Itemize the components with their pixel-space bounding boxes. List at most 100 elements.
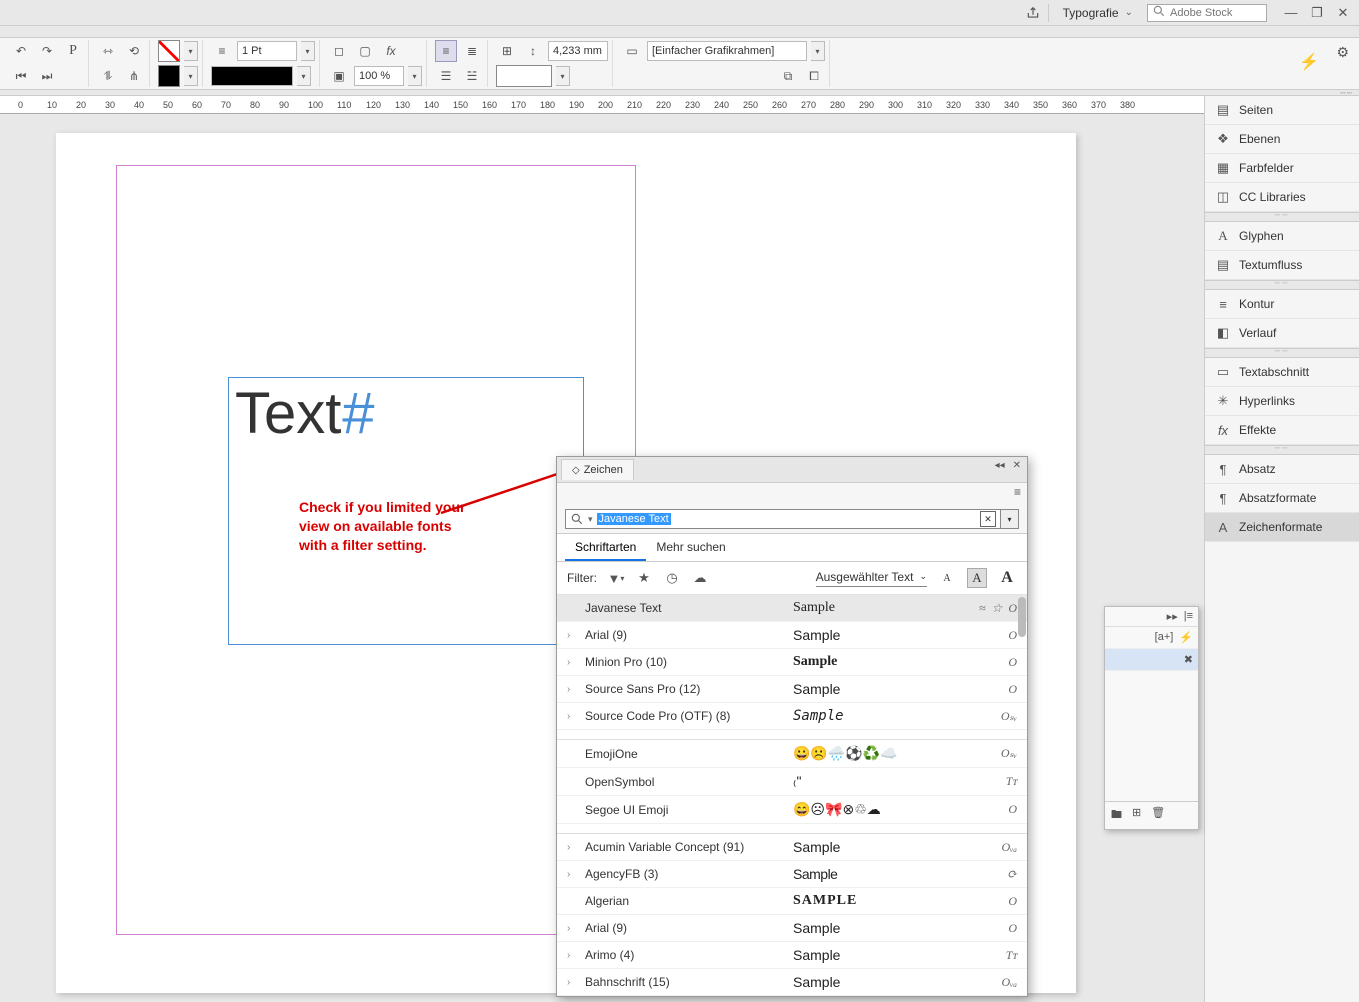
font-row[interactable]: ›Source Sans Pro (12)SampleO [557,676,1027,703]
expand-arrows-icon[interactable]: ▸▸ [1167,610,1178,623]
panel-seiten[interactable]: ▤Seiten [1205,96,1359,125]
tab-mehr-suchen[interactable]: Mehr suchen [646,534,735,561]
font-row[interactable]: ›Minion Pro (10)SampleO [557,649,1027,676]
font-row[interactable]: ›Arial (9)SampleO [557,622,1027,649]
share-icon[interactable] [1024,4,1042,22]
bolt-icon[interactable]: ⚡ [1299,52,1319,72]
flip-h-icon[interactable]: ⇿ [97,40,119,62]
stroke-style-dropdown[interactable]: ▾ [297,66,311,86]
filter-funnel-icon[interactable]: ▼▾ [607,569,625,587]
panel-titlebar[interactable]: ◇ Zeichen ◂◂ ✕ [557,457,1027,483]
fill-dropdown[interactable]: ▾ [184,41,198,61]
font-row[interactable]: ›Arial (9)SampleO [557,915,1027,942]
stroke-weight-field[interactable]: 1 Pt [237,41,297,61]
align-left-icon[interactable]: ≡ [435,40,457,62]
stroke-swatch[interactable] [158,65,180,87]
settings-gear-icon[interactable]: ⚙ [1336,44,1349,61]
filter-recent-icon[interactable]: ◷ [663,569,681,587]
sample-size-medium[interactable]: A [967,568,987,588]
expand-chevron-icon[interactable]: › [567,977,577,988]
filter-cloud-icon[interactable]: ☁ [691,569,709,587]
stroke-weight-dropdown[interactable]: ▾ [301,41,315,61]
minimize-button[interactable]: ― [1279,3,1303,23]
close-button[interactable]: ✕ [1331,3,1355,23]
panel-glyphen[interactable]: AGlyphen [1205,222,1359,251]
wrap2-icon[interactable]: ☱ [461,65,483,87]
font-row[interactable]: ›Source Code Pro (OTF) (8)SampleOₛᵥ [557,703,1027,730]
text-frame[interactable]: Text# Check if you limited your view on … [228,377,584,645]
panel-cclibraries[interactable]: ◫CC Libraries [1205,183,1359,212]
panel-kontur[interactable]: ≡Kontur [1205,290,1359,319]
panel-effekte[interactable]: fxEffekte [1205,416,1359,445]
rotate-icon[interactable]: ⟲ [123,40,145,62]
expand-chevron-icon[interactable]: › [567,842,577,853]
font-row[interactable]: Segoe UI Emoji😄☹🎀⊗♲☁O [557,796,1027,824]
redo-icon[interactable]: ↷ [36,40,58,62]
panel-hyperlinks[interactable]: ✳Hyperlinks [1205,387,1359,416]
expand-chevron-icon[interactable]: › [567,630,577,641]
corner-square-icon[interactable]: ◻ [328,40,350,62]
panel-absatz[interactable]: ¶Absatz [1205,455,1359,484]
grid-icon[interactable]: ⊞ [496,40,518,62]
wrap-icon[interactable]: ☰ [435,65,457,87]
prev-icon[interactable]: ⏮ [10,65,32,87]
font-row[interactable]: ›AgencyFB (3)Sample⟳ [557,861,1027,888]
frame-type-dropdown[interactable]: ▾ [811,41,825,61]
color-swatch-white[interactable] [496,65,552,87]
expand-chevron-icon[interactable]: › [567,923,577,934]
opacity-field[interactable]: 100 % [354,66,404,86]
panel-verlauf[interactable]: ◧Verlauf [1205,319,1359,348]
panel-menu-icon[interactable]: ≡ [1014,485,1021,499]
clear-search-icon[interactable]: ✕ [980,511,996,527]
color-swatch-dropdown[interactable]: ▾ [556,66,570,86]
expand-chevron-icon[interactable]: › [567,684,577,695]
panel-textabschnitt[interactable]: ▭Textabschnitt [1205,358,1359,387]
font-row[interactable]: Javanese TextSample≈☆O [557,595,1027,622]
frame-type-field[interactable]: [Einfacher Grafikrahmen] [647,41,807,61]
stock-search-input[interactable] [1170,7,1260,19]
font-search-input[interactable]: ▾ Javanese Text ✕ [565,509,1001,529]
font-row[interactable]: OpenSymbol₍"Tᴛ [557,768,1027,796]
trash-icon[interactable]: 🗑 [1151,806,1165,825]
workspace-switcher[interactable]: Typografie ⌄ [1055,6,1141,20]
sample-size-small[interactable]: A [937,568,957,588]
new-style-icon[interactable]: [a+] [1155,631,1174,644]
opacity-dropdown[interactable]: ▾ [408,66,422,86]
folder-icon[interactable]: 🖿 [1111,806,1122,825]
dimension-field[interactable]: 4,233 mm [548,41,608,61]
font-row[interactable]: EmojiOne😀☹️🌧️⚽♻️☁️Oₛᵥ [557,740,1027,768]
panel-textumfluss[interactable]: ▤Textumfluss [1205,251,1359,280]
panel-farbfelder[interactable]: ▦Farbfelder [1205,154,1359,183]
corner-round-icon[interactable]: ▢ [354,40,376,62]
expand-chevron-icon[interactable]: › [567,657,577,668]
sample-text-selector[interactable]: Ausgewählter Text ⌄ [816,570,927,587]
panel-absatzformate[interactable]: ¶Absatzformate [1205,484,1359,513]
stroke-style-field[interactable] [211,66,293,86]
panel-tab-zeichen[interactable]: ◇ Zeichen [561,459,634,480]
fit-content-icon[interactable]: ⧉ [777,65,799,87]
bolt-icon[interactable]: ⚡ [1179,631,1193,644]
fit-frame-icon[interactable]: ⧠ [803,65,825,87]
font-row[interactable]: ›Bahnschrift (15)SampleOᵥₐ [557,969,1027,996]
panel-ebenen[interactable]: ❖Ebenen [1205,125,1359,154]
text-tool-icon[interactable]: P [62,40,84,62]
panel-menu-lines-icon[interactable]: |≡ [1184,610,1193,623]
clear-override-icon[interactable]: ✖ [1184,653,1193,666]
font-row[interactable]: ›Arimo (4)SampleTᴛ [557,942,1027,969]
fill-swatch[interactable] [158,40,180,62]
font-dropdown-toggle[interactable]: ▾ [1001,509,1019,529]
tab-schriftarten[interactable]: Schriftarten [565,534,646,561]
panel-zeichenformate[interactable]: AZeichenformate [1205,513,1359,542]
tree-icon[interactable]: ⋔ [123,65,145,87]
fx-icon[interactable]: fx [380,40,402,62]
panel-collapse-icon[interactable]: ◂◂ [995,460,1005,471]
font-row[interactable]: AlgerianSAMPLEO [557,888,1027,915]
align-right-icon[interactable]: ≣ [461,40,483,62]
maximize-button[interactable]: ❐ [1305,3,1329,23]
expand-chevron-icon[interactable]: › [567,869,577,880]
next-icon[interactable]: ⏭ [36,65,58,87]
stroke-dropdown[interactable]: ▾ [184,66,198,86]
expand-chevron-icon[interactable]: › [567,711,577,722]
sample-size-large[interactable]: A [997,568,1017,588]
font-row[interactable]: ›Acumin Variable Concept (91)SampleOᵥₐ [557,834,1027,861]
